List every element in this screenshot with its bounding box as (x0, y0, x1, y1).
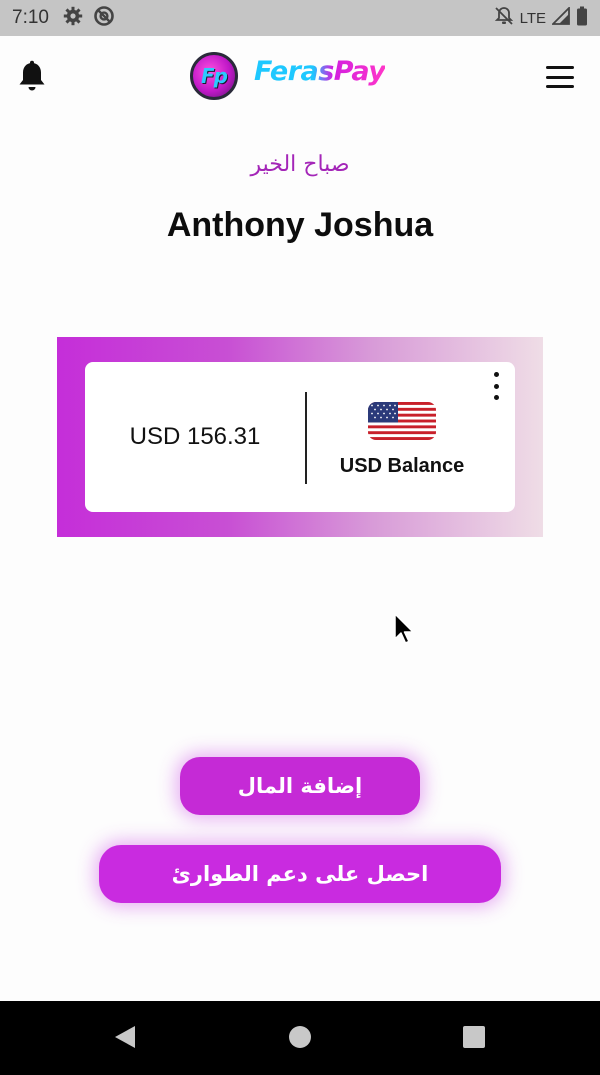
status-time: 7:10 (12, 7, 49, 28)
notifications-off-icon (494, 6, 514, 30)
navigation-bar (0, 1001, 600, 1075)
data-saver-icon (93, 5, 115, 31)
notification-bell-icon[interactable] (16, 60, 48, 94)
menu-icon[interactable] (546, 66, 574, 88)
greeting-text: صباح الخير (250, 152, 350, 177)
app-header: Fp FerasPay (0, 36, 600, 118)
add-money-button[interactable]: إضافة المال (180, 757, 420, 815)
mouse-cursor-icon (393, 612, 417, 648)
status-bar: 7:10 LTE (0, 0, 600, 36)
network-type: LTE (519, 9, 546, 27)
app-logo-badge: Fp (190, 52, 238, 100)
app-name: FerasPay (254, 56, 386, 87)
signal-icon (550, 5, 570, 29)
back-icon[interactable] (114, 1025, 136, 1049)
battery-icon (576, 6, 588, 30)
balance-card[interactable]: USD 156.31 USD Balance (85, 362, 515, 512)
settings-icon (63, 6, 83, 30)
emergency-support-button[interactable]: احصل على دعم الطوارئ (99, 845, 501, 903)
us-flag-icon (368, 402, 436, 440)
recent-apps-icon[interactable] (463, 1026, 485, 1048)
balance-label: USD Balance (339, 455, 465, 477)
balance-amount: USD 156.31 (129, 423, 261, 450)
balance-card-container: USD 156.31 USD Balance (57, 337, 543, 537)
more-options-icon[interactable] (489, 372, 503, 400)
home-icon[interactable] (289, 1026, 311, 1048)
logo-badge-text: Fp (201, 64, 228, 88)
user-name: Anthony Joshua (166, 206, 434, 244)
